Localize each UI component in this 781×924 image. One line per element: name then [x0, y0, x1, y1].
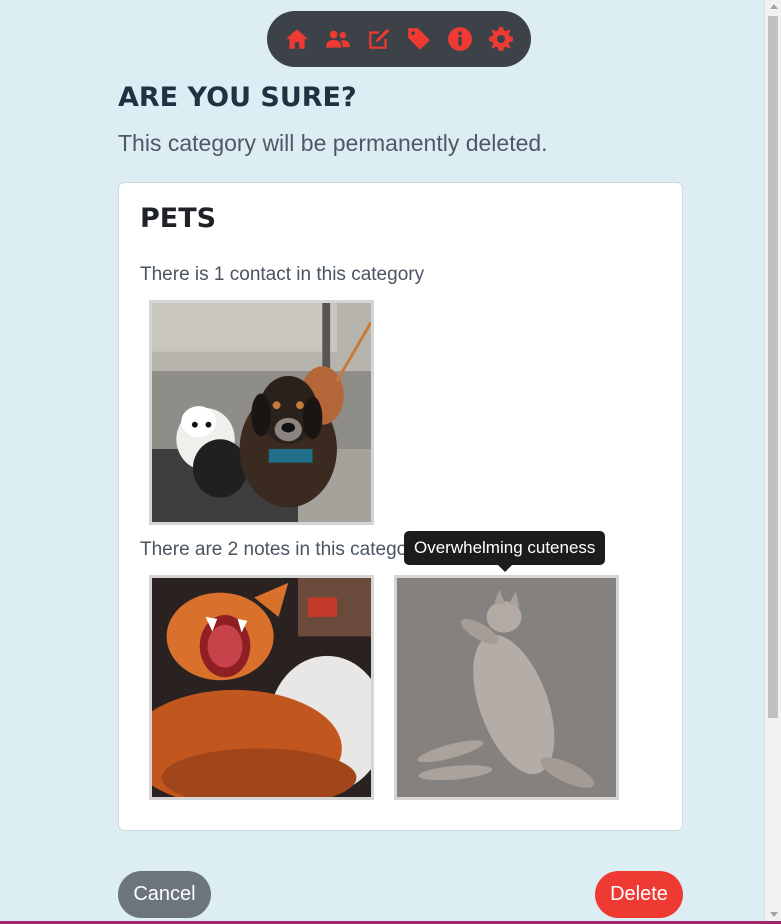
gray-cat-image: [397, 578, 616, 797]
nav-contacts-button[interactable]: [321, 22, 355, 56]
delete-button[interactable]: Delete: [595, 871, 683, 918]
confirm-message: This category will be permanently delete…: [118, 130, 548, 156]
nav-tags-button[interactable]: [402, 22, 436, 56]
info-icon: [448, 27, 472, 51]
nav-info-button[interactable]: [443, 22, 477, 56]
edit-icon: [368, 28, 389, 49]
scroll-up-arrow-icon[interactable]: [770, 4, 778, 9]
dogs-image: [152, 303, 371, 522]
note-photo-gray-cat[interactable]: [394, 575, 619, 800]
top-navbar: [267, 11, 531, 67]
confirm-heading: ARE YOU SURE?: [118, 82, 357, 113]
note-photo-orange-cat[interactable]: [149, 575, 374, 800]
cancel-button[interactable]: Cancel: [118, 871, 211, 918]
nav-settings-button[interactable]: [484, 22, 518, 56]
contacts-count-text: There is 1 contact in this category: [140, 264, 425, 285]
nav-home-button[interactable]: [280, 22, 314, 56]
category-card: PETS There is 1 contact in this category: [118, 182, 683, 831]
users-icon: [326, 30, 350, 48]
category-name: PETS: [140, 203, 217, 234]
home-icon: [286, 29, 309, 49]
scroll-thumb[interactable]: [768, 16, 778, 718]
notes-count-text: There are 2 notes in this category: [140, 539, 424, 560]
image-tooltip: Overwhelming cuteness: [404, 531, 606, 572]
vertical-scrollbar[interactable]: [764, 0, 781, 921]
contact-photo-dogs[interactable]: [149, 300, 374, 525]
scroll-down-arrow-icon[interactable]: [770, 912, 778, 917]
gear-icon: [488, 27, 513, 51]
orange-cat-image: [152, 578, 371, 797]
nav-edit-button[interactable]: [362, 22, 396, 56]
tag-icon: [408, 28, 431, 50]
